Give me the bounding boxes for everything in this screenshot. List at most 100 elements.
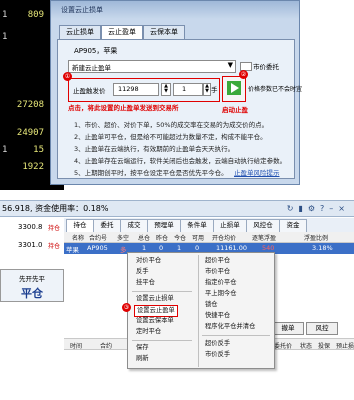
rule-text: 2、止盈单可平仓，但是给不可能超过为数量不定，构成不能平仓。 xyxy=(74,133,267,141)
quantity-input[interactable]: 1 xyxy=(173,83,203,96)
tab-stop-loss[interactable]: 云止损单 xyxy=(59,25,101,40)
tab-breakeven[interactable]: 云保本单 xyxy=(143,25,185,40)
cell-total: 1 xyxy=(142,244,147,252)
risk-warning-link[interactable]: 止盈单风险提示 xyxy=(234,167,280,177)
window-controls[interactable]: ↻▮⚙?–× xyxy=(287,201,350,217)
quantity-spinner[interactable]: ▲ ▼ xyxy=(203,83,211,96)
menu-item-reverse[interactable]: 反手 xyxy=(136,267,149,277)
menu-item-lock[interactable]: 锁仓 xyxy=(205,300,218,310)
annotation-start: 启动止盈 xyxy=(222,106,248,114)
rule-text: 5、上期期创平时，按平仓设定平仓是否优先平今仓。 xyxy=(74,169,228,177)
context-menu: 对价平仓 反手 挂平仓 设置云止损单 设置云止盈单 设置云保本单 定时平仓 保存… xyxy=(122,252,275,369)
menu-item-quick-close[interactable]: 快捷平仓 xyxy=(205,311,230,321)
menu-item-market-close[interactable]: 市价平仓 xyxy=(205,267,230,277)
menu-item-counter-price-close[interactable]: 对价平仓 xyxy=(136,256,161,266)
menu-item-program-close[interactable]: 程序化平仓并清仓 xyxy=(205,322,255,332)
tab-risk-control[interactable]: 风控仓 xyxy=(246,219,280,233)
column-header[interactable]: 合约号 xyxy=(89,233,107,242)
cell-yesterday: 0 xyxy=(159,244,164,252)
settings-icon[interactable]: ⚙ xyxy=(308,204,320,213)
column-header[interactable]: 逐笔浮盈 xyxy=(252,233,276,242)
price-tag: 持仓 xyxy=(48,225,61,232)
cell-available: 0 xyxy=(195,244,200,252)
column-header[interactable]: 浮盈比例 xyxy=(304,233,328,242)
close-position-button[interactable]: 先开先平 平仓 xyxy=(0,269,64,302)
rule-text: 4、止盈单存在云端运行，软件关闭后也会触发，云端自动执行给定参数。 xyxy=(74,157,287,165)
column-header[interactable]: 今仓 xyxy=(174,233,186,242)
menu-item-refresh[interactable]: 刷新 xyxy=(136,354,149,364)
chevron-down-icon: ▼ xyxy=(227,61,233,69)
trigger-price-label: 止盈触发价 xyxy=(73,87,106,95)
take-profit-dialog: 设置云止损单 云止损单 云止盈单 云保本单 AP905，苹果 新建云止盈单 ▼ … xyxy=(50,0,302,185)
dialog-body: AP905，苹果 新建云止盈单 ▼ 市价委托 止盈触发价 11298 ▲ ▼ 1 … xyxy=(57,39,302,179)
market-price-label: 市价委托 xyxy=(253,63,279,71)
cell-pnl-ratio: 3.18% xyxy=(312,244,333,252)
submenu: 超价平仓 市价平仓 指定价平仓 平上期今仓 锁仓 快捷平仓 程序化平仓并清仓 超… xyxy=(198,255,275,367)
column-header[interactable]: 预止损 xyxy=(336,341,354,350)
menu-item-limit-close[interactable]: 指定价平仓 xyxy=(205,278,236,288)
column-header[interactable]: 开仓均价 xyxy=(212,233,236,242)
column-header[interactable]: 委托价 xyxy=(274,341,292,350)
rule-text: 3、止盈单在云端执行，有效期前的止盈单会天天执行。 xyxy=(74,145,235,153)
dialog-title: 设置云止损单 xyxy=(61,6,103,14)
close-icon[interactable]: × xyxy=(338,204,350,213)
step-2-badge: ② xyxy=(239,70,248,79)
trigger-price-group: 止盈触发价 11298 ▲ ▼ 1 ▲ ▼ 手 xyxy=(68,78,220,102)
minimize-icon[interactable]: – xyxy=(329,204,338,213)
step-3-badge: ③ xyxy=(122,303,131,312)
help-icon[interactable]: ? xyxy=(320,204,329,213)
order-panel: 3300.8 持仓 3301.0 持仓 先开先平 平仓 xyxy=(0,217,64,400)
trigger-price-input[interactable]: 11298 xyxy=(113,83,159,96)
tab-stop-orders[interactable]: 止损单 xyxy=(213,219,247,233)
menu-item-timed-close[interactable]: 定时平仓 xyxy=(136,327,161,337)
column-header[interactable]: 名称 xyxy=(72,233,84,242)
account-status: 56.918, 资金使用率：0.18% xyxy=(2,204,109,213)
contract-label: AP905，苹果 xyxy=(74,47,118,55)
menu-item-market-reverse[interactable]: 市价反手 xyxy=(205,350,230,360)
column-header[interactable]: 多空 xyxy=(117,233,129,242)
tab-preset-orders[interactable]: 预埋单 xyxy=(147,219,181,233)
price-spinner[interactable]: ▲ ▼ xyxy=(161,83,171,96)
cell-name: 苹果 xyxy=(66,246,79,254)
param-note: 价格参数已不会时宜 xyxy=(248,86,303,93)
tab-orders[interactable]: 委托 xyxy=(93,219,121,233)
rule-text: 1、市价、超价、对价下单，50%的成交率在交易的为成交价的点。 xyxy=(74,121,269,129)
menu-item-pending-close[interactable]: 挂平仓 xyxy=(136,278,155,288)
tab-conditional-orders[interactable]: 条件单 xyxy=(180,219,214,233)
quantity-unit: 手 xyxy=(211,86,218,94)
play-icon xyxy=(227,81,241,95)
cancel-order-button[interactable]: 撤单 xyxy=(272,322,304,335)
column-header[interactable]: 时间 xyxy=(70,341,82,350)
cell-contract: AP905 xyxy=(87,244,108,252)
positions-table-header: 名称 合约号 多空 总仓 昨仓 今仓 可用 开仓均价 逐笔浮盈 浮盈比例 xyxy=(64,232,354,243)
cell-pnl: 540 xyxy=(262,244,275,252)
tab-fills[interactable]: 成交 xyxy=(120,219,148,233)
cell-today: 1 xyxy=(177,244,182,252)
start-take-profit-button[interactable] xyxy=(222,76,246,102)
column-header[interactable]: 合约 xyxy=(100,341,112,350)
menu-item-set-breakeven[interactable]: 设置云保本单 xyxy=(136,316,174,326)
price-label: 3301.0 xyxy=(18,241,43,249)
annotation-send: 点击，将此设置的止盈单发送到交易所 xyxy=(68,104,179,112)
menu-item-over-price-reverse[interactable]: 超价反手 xyxy=(205,339,230,349)
tab-funds[interactable]: 资金 xyxy=(279,219,307,233)
menu-item-close-today[interactable]: 平上期今仓 xyxy=(205,289,236,299)
cell-direction: 多 xyxy=(120,246,127,254)
dialog-titlebar[interactable]: 设置云止损单 xyxy=(51,1,299,19)
column-header[interactable]: 总仓 xyxy=(138,233,150,242)
column-header[interactable]: 昨仓 xyxy=(156,233,168,242)
menu-separator xyxy=(132,340,192,341)
order-type-select[interactable]: 新建云止盈单 ▼ xyxy=(68,60,236,73)
risk-control-button[interactable]: 风控 xyxy=(306,322,338,335)
menu-item-set-stop-loss[interactable]: 设置云止损单 xyxy=(136,294,174,304)
price-tag: 持仓 xyxy=(48,243,61,250)
menu-item-save[interactable]: 保存 xyxy=(136,343,149,353)
column-header[interactable]: 可用 xyxy=(192,233,204,242)
menu-separator xyxy=(132,291,192,292)
menu-item-over-price-close[interactable]: 超价平仓 xyxy=(205,256,230,266)
column-header[interactable]: 状态 xyxy=(300,341,312,350)
column-header[interactable]: 投保 xyxy=(318,341,330,350)
refresh-icon[interactable]: ↻ xyxy=(287,204,299,213)
tab-positions[interactable]: 持仓 xyxy=(66,219,94,233)
lock-icon[interactable]: ▮ xyxy=(298,204,307,213)
